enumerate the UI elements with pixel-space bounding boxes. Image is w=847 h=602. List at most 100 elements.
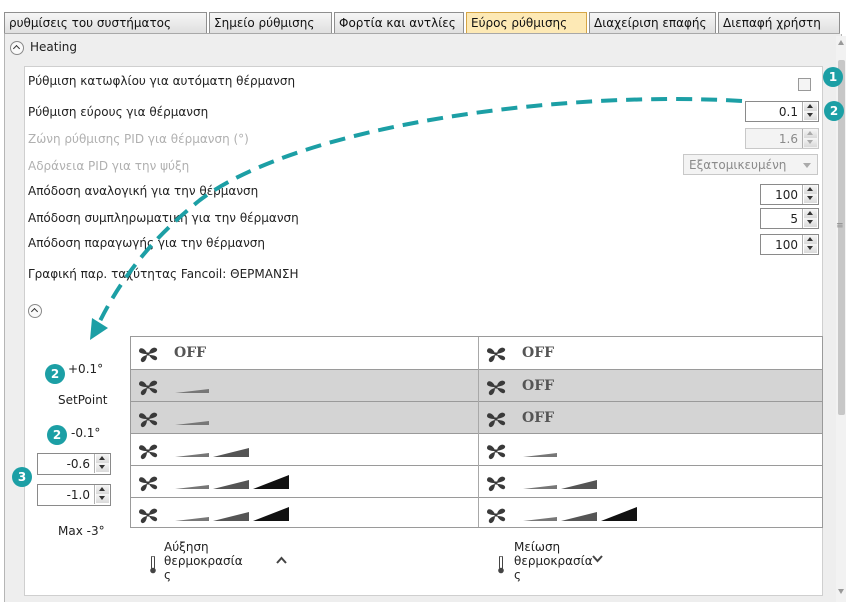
derivative-value[interactable]: 100 [761,238,802,252]
chevron-down-icon [803,163,811,168]
badge-one: 1 [823,67,843,87]
increase-legend-line1: Αύξηση [164,540,209,554]
fan-speed-cell-increase: OFF [131,337,476,369]
fan-off-label: OFF [522,345,555,361]
range-value[interactable]: 0.1 [746,105,802,119]
fan-icon [139,476,158,492]
fan-speed-cell-increase [131,466,476,498]
collapse-heating-button[interactable] [10,41,24,55]
thermometer-icon [498,556,504,574]
fan-icon [487,347,506,363]
fan-icon [139,380,158,396]
pid-zone-down-button [804,138,817,147]
fan-speed-cell-increase [131,434,476,466]
fan-speed-cell-decrease [479,434,824,466]
threshold-label: Ρύθμιση κατωφλίου για αυτόματη θέρμανση [28,74,296,88]
tab-regulation-range[interactable]: Εύρος ρύθμισης [466,12,587,34]
fan-speed-cell-decrease [479,498,824,530]
speed-bars [175,475,289,489]
fan-speed-cell-increase [131,370,476,402]
fan-speed-row [131,497,822,530]
fan-speed-row [131,433,822,466]
speed-bars [175,507,289,521]
proportional-stepper[interactable]: 100 [760,184,819,205]
fan-icon [139,508,158,524]
speed-step1-value[interactable]: -0.6 [38,457,94,471]
proportional-down-button[interactable] [804,194,817,203]
badge-two: 2 [824,101,844,121]
speed-bars [175,421,209,425]
tab-contact-management[interactable]: Διαχείριση επαφής [589,12,716,34]
badge-two-lower: 2 [45,364,65,384]
decrease-legend-line2: θερμοκρασία [514,554,593,568]
fan-speed-row: OFF [131,401,822,434]
fan-speed-table: OFF OFF OFF OFF [130,336,823,528]
fan-table-divider [478,337,479,527]
scroll-down-arrow-icon[interactable] [838,589,844,594]
fan-icon [487,412,506,428]
derivative-down-button[interactable] [804,244,817,253]
increase-legend-line2: θερμοκρασία [164,554,243,568]
decrease-legend-line3: ς [514,568,522,582]
tab-user-interface[interactable]: Διεπαφή χρήστη [718,12,840,34]
collapse-fancoil-button[interactable] [28,304,42,318]
fan-speed-cell-decrease: OFF [479,402,824,434]
fancoil-title: Γραφική παρ. ταχύτητας Fancoil: ΘΕΡΜΑΝΣΗ [28,267,299,281]
step1-down-button[interactable] [96,463,109,472]
range-stepper[interactable]: 0.1 [745,101,819,122]
scroll-up-arrow-icon[interactable] [838,40,844,45]
proportional-label: Απόδοση αναλογική για την θέρμανση [28,184,259,198]
pid-zone-value: 1.6 [778,132,798,146]
speed-bars [175,448,249,457]
chevron-up-icon [276,556,287,564]
decrease-legend-line1: Μείωση [514,540,561,554]
fan-off-label: OFF [522,410,555,426]
section-title-heating: Heating [30,40,78,54]
pid-zone-stepper: 1.6 [745,128,819,149]
threshold-checkbox[interactable] [798,78,811,91]
fan-speed-row: OFF [131,369,822,402]
speed-bars [175,389,209,393]
speed-step1-stepper[interactable]: -0.6 [37,453,111,475]
badge-two-bottom: 2 [47,425,67,445]
fan-icon [487,476,506,492]
tab-setpoint[interactable]: Σημείο ρύθμισης [209,12,332,34]
speed-step2-value[interactable]: -1.0 [38,488,94,502]
minus-offset-label: -0.1° [71,426,101,440]
range-label: Ρύθμιση εύρους για θέρμανση [28,105,209,119]
increase-temp-legend: Αύξηση θερμοκρασία ς [164,540,243,582]
fan-speed-cell-decrease [479,466,824,498]
speed-bars [523,480,597,489]
thermometer-icon [150,556,156,574]
pid-inertia-value: Εξατομικευμένη [689,158,787,172]
badge-three: 3 [12,467,32,487]
max-label: Max -3° [58,524,105,538]
fan-icon [139,347,158,363]
plus-offset-label: +0.1° [68,362,104,376]
fan-icon [139,444,158,460]
speed-bars [523,453,557,457]
range-down-button[interactable] [804,111,817,120]
fan-speed-cell-increase [131,498,476,530]
integral-stepper[interactable]: 5 [760,208,819,229]
setpoint-label: SetPoint [58,393,108,407]
tab-loads-pumps[interactable]: Φορτία και αντλίες [334,12,464,34]
fan-speed-cell-decrease: OFF [479,370,824,402]
fan-icon [487,444,506,460]
step2-down-button[interactable] [96,494,109,503]
integral-down-button[interactable] [804,218,817,227]
tab-system-settings[interactable]: ρυθμίσεις του συστήματος [4,12,207,34]
fan-speed-cell-decrease: OFF [479,337,824,369]
speed-step2-stepper[interactable]: -1.0 [37,484,111,506]
proportional-value[interactable]: 100 [761,188,802,202]
speed-bars [523,507,637,521]
derivative-stepper[interactable]: 100 [760,234,819,255]
fan-speed-row [131,465,822,498]
chevron-down-icon [592,555,603,563]
pid-inertia-select: Εξατομικευμένη [683,154,818,175]
fan-icon [487,380,506,396]
splitter-grip-icon[interactable]: ≡ [836,222,844,231]
fan-icon [139,412,158,428]
integral-value[interactable]: 5 [761,212,802,226]
fan-off-label: OFF [522,378,555,394]
